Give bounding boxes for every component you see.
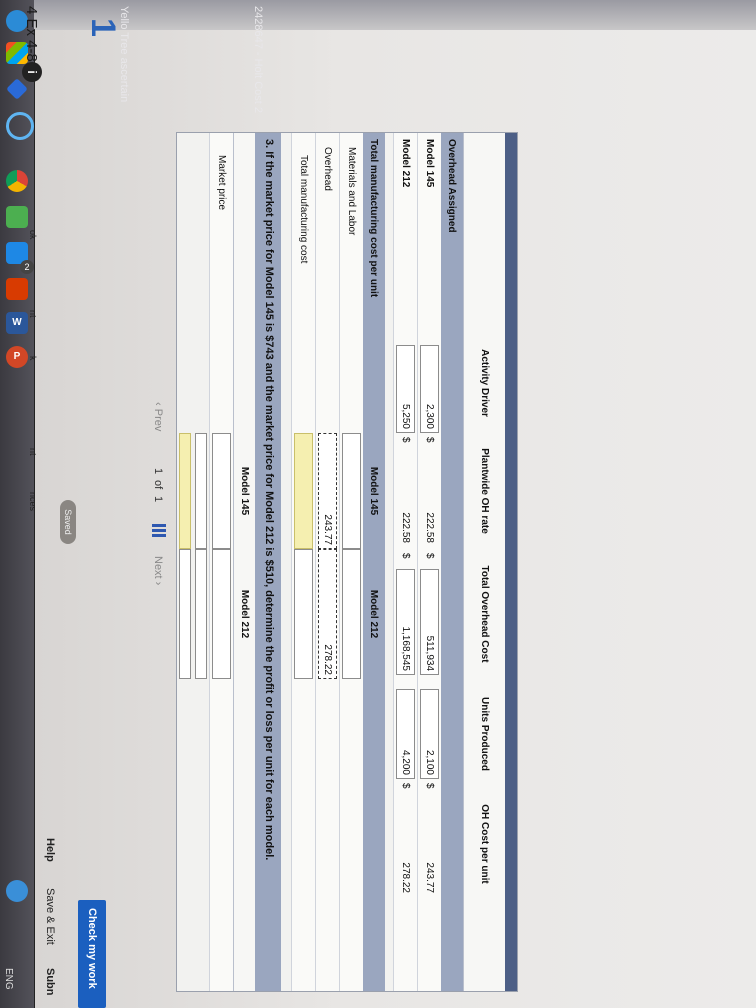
market-price-145-input[interactable] — [212, 433, 231, 549]
total-currency: $ — [400, 553, 411, 559]
next-label: Next — [152, 556, 164, 579]
rate-value: 222.58 — [424, 512, 435, 543]
question3-band: 3. If the market price for Model 145 is … — [255, 133, 281, 991]
row-label: Model 145 — [424, 139, 435, 188]
col-units-produced: Units Produced — [479, 697, 490, 771]
save-exit-link[interactable]: Save & Exit — [44, 888, 56, 945]
page-of: of — [152, 480, 164, 490]
materials-145-input[interactable] — [342, 433, 361, 549]
col-oh-cost-per-unit: OH Cost per unit — [479, 804, 490, 884]
overhead-145-value: 243.77 — [322, 514, 333, 545]
activity-driver-value: 2,300 — [424, 403, 435, 429]
screen: 2 W P ENG Yello Tree ascertain 2428647 -… — [0, 0, 756, 1008]
table2-col-model-145: Model 145 — [368, 466, 380, 516]
rate-currency: $ — [400, 437, 411, 443]
prev-button[interactable]: ‹ Prev — [152, 402, 164, 431]
per-unit-value: 243.77 — [424, 862, 435, 893]
overhead-212-value: 278.22 — [322, 644, 333, 675]
question-number: 1 — [84, 18, 122, 37]
table1-section-row: Overhead Assigned — [441, 133, 463, 991]
total-currency: $ — [424, 553, 435, 559]
table2-row-total: Total manufacturing cost — [291, 133, 315, 991]
table2-title: Total manufacturing cost per unit — [368, 139, 380, 298]
col-total-overhead: Total Overhead Cost — [479, 565, 490, 663]
worksheet-panel: Activity Driver Plantwide OH rate Total … — [176, 132, 518, 992]
table2-col-model-212: Model 212 — [368, 589, 380, 639]
market-price-212-input[interactable] — [212, 549, 231, 679]
prev-label: Prev — [152, 408, 164, 432]
total-mfg-145-input[interactable] — [294, 433, 313, 549]
units-produced-value: 2,100 — [424, 749, 435, 775]
question3-row-market-price: Market price — [209, 133, 233, 991]
info-icon[interactable]: i — [22, 62, 42, 82]
per-unit-value: 278.22 — [400, 862, 411, 893]
page-total: 1 — [152, 496, 164, 503]
table1-header-row: Activity Driver Plantwide OH rate Total … — [463, 133, 505, 991]
submit-link[interactable]: Subn — [44, 968, 56, 996]
q3-result-145-input[interactable] — [179, 433, 191, 549]
question3-row-blank-2 — [177, 133, 193, 991]
row-label: Total manufacturing cost — [298, 155, 309, 264]
rate-value: 222.58 — [400, 512, 411, 543]
question3-text: 3. If the market price for Model 145 is … — [263, 139, 275, 861]
q3-col-model-145: Model 145 — [239, 466, 250, 516]
table1-row-model-145: Model 145 2,300 $ 222.58 $ 511,934 2,100… — [417, 133, 441, 991]
table2-header-row: Total manufacturing cost per unit Model … — [363, 133, 385, 991]
q3-col-model-212: Model 212 — [239, 589, 250, 639]
q3-blank-145-input[interactable] — [195, 433, 207, 549]
page-current: 1 — [152, 468, 164, 475]
question3-header-row: Model 145 Model 212 — [233, 133, 255, 991]
activity-driver-value: 5,250 — [400, 403, 411, 429]
row-label: Materials and Labor — [346, 147, 357, 236]
total-overhead-value: 1,168,545 — [400, 626, 411, 672]
row-label: Model 212 — [400, 139, 411, 188]
check-my-work-button[interactable]: Check my work — [78, 900, 106, 1008]
total-mfg-212-input[interactable] — [294, 549, 313, 679]
q3-blank-212-input[interactable] — [195, 549, 207, 679]
table1-top-band — [505, 133, 517, 991]
table2-row-overhead: Overhead 243.77 278.22 — [315, 133, 339, 991]
question3-row-blank-1 — [193, 133, 209, 991]
help-link[interactable]: Help — [44, 838, 56, 862]
rate-currency: $ — [424, 437, 435, 443]
table1-row-model-212: Model 212 5,250 $ 222.58 $ 1,168,545 4,2… — [393, 133, 417, 991]
row-label: Market price — [216, 155, 227, 211]
q3-result-212-input[interactable] — [179, 549, 191, 679]
col-activity-driver: Activity Driver — [479, 349, 490, 417]
rotated-app-canvas: 4 Ex 4-8 i Saved Help Save & Exit Subn C… — [0, 0, 756, 1008]
next-button[interactable]: Next › — [152, 556, 164, 585]
grid-view-icon[interactable] — [152, 524, 166, 538]
units-produced-value: 4,200 — [400, 749, 411, 775]
per-unit-currency: $ — [424, 783, 435, 789]
saved-status: Saved — [60, 500, 76, 544]
per-unit-currency: $ — [400, 783, 411, 789]
section-overhead-assigned: Overhead Assigned — [446, 139, 458, 233]
col-plantwide-rate: Plantwide OH rate — [479, 448, 490, 534]
total-overhead-value: 511,934 — [424, 635, 435, 671]
exercise-title: 4 Ex 4-8 — [23, 6, 40, 62]
table2-row-materials: Materials and Labor — [339, 133, 363, 991]
materials-212-input[interactable] — [342, 549, 361, 679]
row-label: Overhead — [322, 147, 333, 191]
